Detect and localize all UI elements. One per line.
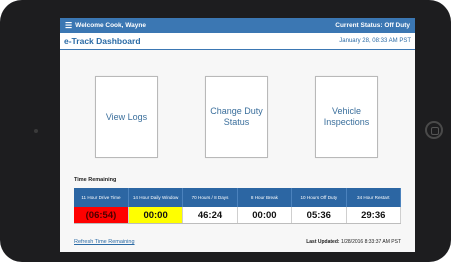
top-bar-left: ☰ Welcome Cook, Wayne — [65, 21, 146, 30]
camera-icon — [34, 129, 38, 133]
page-title: e-Track Dashboard — [64, 36, 141, 46]
vehicle-inspections-button[interactable]: Vehicle Inspections — [315, 76, 378, 158]
top-bar: ☰ Welcome Cook, Wayne Current Status: Of… — [60, 18, 415, 33]
current-status: Current Status: Off Duty — [335, 22, 410, 29]
tablet-frame: ☰ Welcome Cook, Wayne Current Status: Of… — [0, 0, 451, 262]
last-updated-label: Last Updated: — [306, 239, 340, 245]
daily-window-value: 00:00 — [128, 207, 184, 224]
title-bar: e-Track Dashboard January 28, 08:33 AM P… — [60, 33, 415, 50]
footer: Refresh Time Remaining Last Updated: 1/2… — [74, 239, 401, 245]
seventy-hour-value: 46:24 — [182, 207, 238, 224]
header-timestamp: January 28, 08:33 AM PST — [339, 38, 411, 44]
table-header-row: 11 Hour Drive Time 14 Hour Daily Window … — [74, 188, 402, 207]
app-screen: ☰ Welcome Cook, Wayne Current Status: Of… — [60, 18, 415, 252]
column-header: 10 Hours Off Duty — [291, 188, 347, 207]
column-header: 8 Hour Break — [237, 188, 293, 207]
time-remaining-label: Time Remaining — [74, 177, 117, 183]
home-button-icon[interactable] — [425, 121, 443, 139]
menu-icon[interactable]: ☰ — [65, 21, 72, 30]
column-header: 34 Hour Restart — [346, 188, 402, 207]
drive-time-value: (06:54) — [74, 207, 129, 224]
time-remaining-table: 11 Hour Drive Time 14 Hour Daily Window … — [74, 188, 402, 224]
column-header: 11 Hour Drive Time — [74, 188, 129, 207]
off-duty-value: 05:36 — [291, 207, 347, 224]
restart-value: 29:36 — [346, 207, 402, 224]
view-logs-button[interactable]: View Logs — [95, 76, 158, 158]
last-updated: Last Updated: 1/28/2016 8:33:37 AM PST — [306, 239, 401, 245]
column-header: 70 Hours / 8 Days — [182, 188, 238, 207]
refresh-time-remaining-link[interactable]: Refresh Time Remaining — [74, 239, 135, 245]
column-header: 14 Hour Daily Window — [128, 188, 184, 207]
break-value: 00:00 — [237, 207, 293, 224]
welcome-text: Welcome Cook, Wayne — [75, 22, 146, 29]
table-row: (06:54) 00:00 46:24 00:00 05:36 29:36 — [74, 207, 402, 224]
last-updated-value: 1/28/2016 8:33:37 AM PST — [340, 239, 401, 245]
change-duty-status-button[interactable]: Change Duty Status — [205, 76, 268, 158]
action-buttons: View Logs Change Duty Status Vehicle Ins… — [60, 76, 415, 158]
